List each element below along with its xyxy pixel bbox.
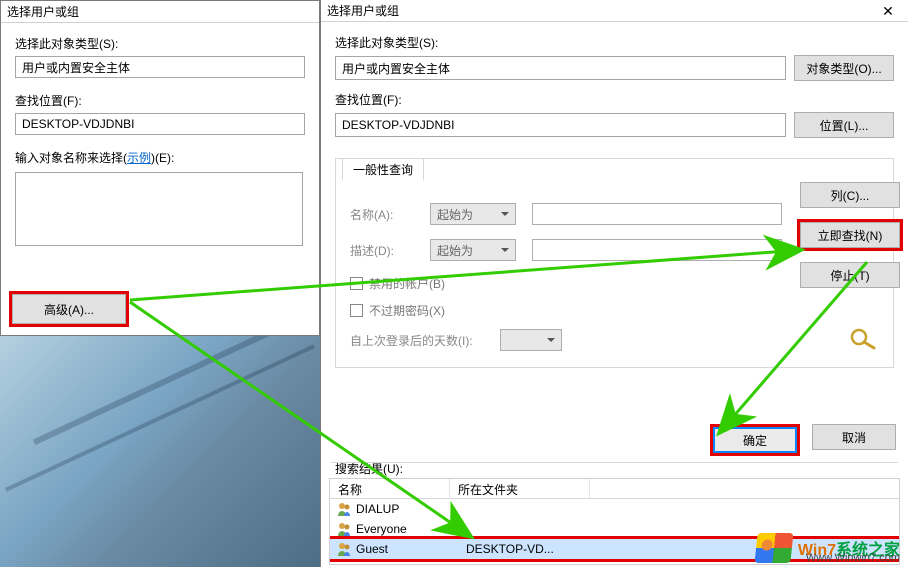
ok-button[interactable]: 确定 [713,427,797,453]
object-type-label: 选择此对象类型(S): [335,34,894,51]
object-names-label-pre: 输入对象名称来选择( [15,151,127,165]
cell-folder: DESKTOP-VD... [466,542,606,556]
principal-icon [336,521,352,537]
object-type-label: 选择此对象类型(S): [15,35,305,52]
desc-mode-value: 起始为 [437,242,473,259]
select-user-dialog-advanced: 选择用户或组 ✕ 选择此对象类型(S): 对象类型(O)... 查找位置(F):… [320,0,908,567]
object-types-button[interactable]: 对象类型(O)... [794,55,894,81]
grid-header-name[interactable]: 名称 [330,479,450,498]
location-label: 查找位置(F): [335,91,894,108]
search-magnifier-icon [848,326,878,350]
object-names-textarea[interactable] [15,172,303,246]
table-row[interactable]: DIALUP [330,499,899,519]
cancel-button[interactable]: 取消 [812,424,896,450]
cell-name: Guest [356,542,466,556]
desktop-wallpaper [0,336,320,567]
desc-filter-input[interactable] [532,239,782,261]
dialog-action-row: 确定 取消 [710,424,896,456]
checkbox-icon [350,304,363,317]
name-filter-input[interactable] [532,203,782,225]
object-type-field[interactable] [15,56,305,78]
location-label: 查找位置(F): [15,92,305,109]
principal-icon [336,501,352,517]
watermark: Win7系统之家 Www.Winwin7.com [756,533,900,563]
example-link[interactable]: 示例 [127,151,151,165]
dialog-title-text: 选择用户或组 [327,4,399,18]
windows-logo-icon [754,533,793,563]
never-expire-label: 不过期密码(X) [369,302,445,319]
advanced-button[interactable]: 高级(A)... [12,294,126,324]
desc-filter-label: 描述(D): [350,242,430,259]
select-user-dialog-basic: 选择用户或组 选择此对象类型(S): 查找位置(F): 输入对象名称来选择(示例… [0,0,320,336]
grid-header-folder[interactable]: 所在文件夹 [450,479,590,498]
desc-mode-select[interactable]: 起始为 [430,239,516,261]
ok-button-highlight: 确定 [710,424,800,456]
dialog-title: 选择用户或组 ✕ [321,0,908,22]
never-expire-checkbox-row[interactable]: 不过期密码(X) [350,302,879,319]
watermark-url: Www.Winwin7.com [806,552,900,564]
location-field[interactable] [15,113,305,135]
object-names-label: 输入对象名称来选择(示例)(E): [15,149,305,166]
dialog-title: 选择用户或组 [1,1,319,23]
grid-header-row: 名称 所在文件夹 [330,479,899,499]
advanced-button-highlight: 高级(A)... [9,291,129,327]
name-mode-value: 起始为 [437,206,473,223]
days-since-login-select[interactable] [500,329,562,351]
stop-button[interactable]: 停止(T) [800,262,900,288]
principal-icon [336,541,352,557]
cell-name: DIALUP [356,502,466,516]
columns-button[interactable]: 列(C)... [800,182,900,208]
divider [331,462,898,463]
name-mode-select[interactable]: 起始为 [430,203,516,225]
locations-button[interactable]: 位置(L)... [794,112,894,138]
cell-name: Everyone [356,522,466,536]
object-names-label-post: )(E): [151,151,174,165]
name-filter-label: 名称(A): [350,206,430,223]
object-type-field[interactable] [335,56,786,80]
days-since-login-label: 自上次登录后的天数(I): [350,332,500,349]
find-now-button[interactable]: 立即查找(N) [800,222,900,248]
location-field[interactable] [335,113,786,137]
checkbox-icon [350,277,363,290]
common-queries-tab[interactable]: 一般性查询 [342,158,424,181]
close-icon[interactable]: ✕ [868,0,908,22]
query-action-column: 列(C)... 立即查找(N) 停止(T) [800,182,896,288]
disabled-accounts-label: 禁用的帐户(B) [369,275,445,292]
